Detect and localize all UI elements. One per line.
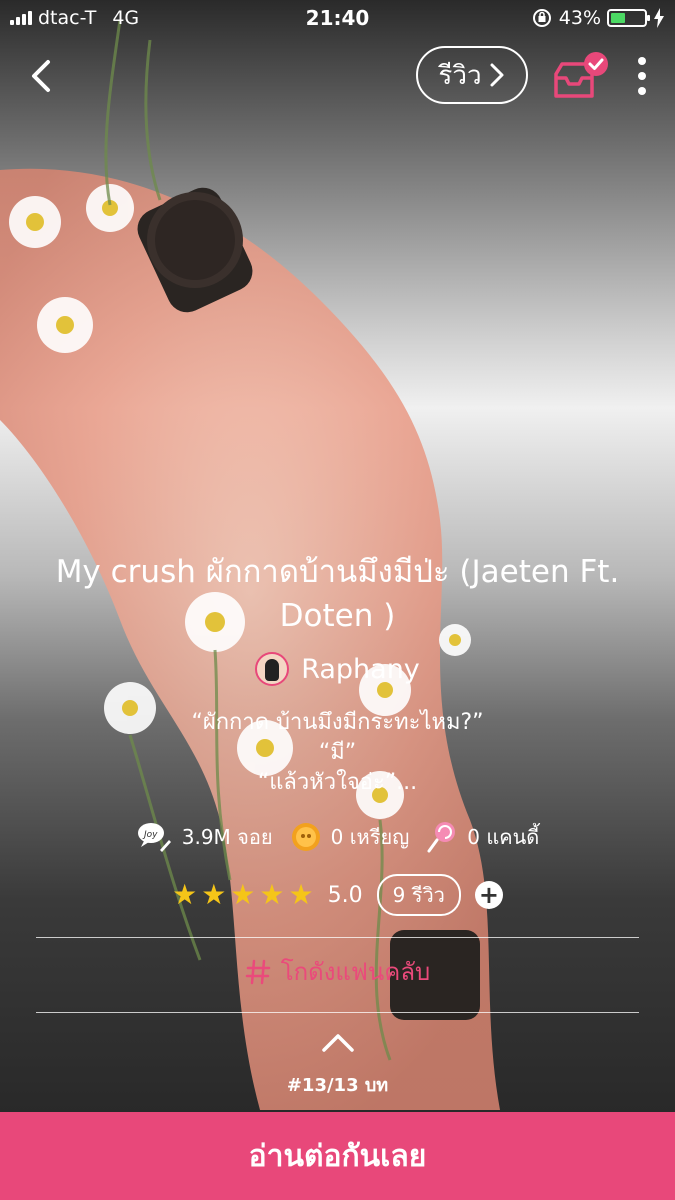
status-right-group: 43% bbox=[531, 7, 665, 29]
continue-reading-button[interactable]: อ่านต่อกันเลย bbox=[0, 1112, 675, 1200]
battery-percent: 43% bbox=[558, 7, 601, 29]
star-icon: ★ bbox=[230, 878, 256, 911]
star-icon: ★ bbox=[288, 878, 314, 911]
rating-row: ★ ★ ★ ★ ★ 5.0 9 รีวิว + bbox=[0, 874, 675, 916]
rotation-lock-icon bbox=[532, 9, 551, 27]
rating-stars: ★ ★ ★ ★ ★ bbox=[172, 881, 314, 909]
divider bbox=[36, 937, 639, 938]
author-name: Raphany bbox=[301, 653, 420, 685]
rating-score: 5.0 bbox=[327, 882, 363, 908]
fanclub-label: โกดังแฟนคลับ bbox=[280, 958, 431, 986]
story-detail-screen: dtac-T 4G 21:40 43% รีวิว My crush ผักกา… bbox=[0, 0, 675, 1200]
plus-icon[interactable]: + bbox=[474, 881, 503, 909]
fanclub-link[interactable]: โกดังแฟนคลับ bbox=[0, 952, 675, 991]
chevron-right-icon bbox=[490, 63, 504, 87]
coins-count: 0 เหรียญ bbox=[330, 825, 410, 849]
charging-bolt-icon bbox=[654, 8, 664, 28]
library-check-icon[interactable] bbox=[552, 52, 608, 102]
review-button[interactable]: รีวิว bbox=[416, 46, 528, 104]
candy-icon bbox=[427, 822, 456, 853]
star-icon: ★ bbox=[201, 878, 227, 911]
hash-icon bbox=[245, 959, 270, 984]
star-icon: ★ bbox=[172, 878, 198, 911]
synopsis: “ผักกาด บ้านมึงมีกระทะไหม?” “มี” “แล้วหั… bbox=[40, 708, 635, 798]
stats-row: Joy 3.9M จอย 0 เหรียญ 0 แคนดี้ bbox=[0, 820, 675, 854]
divider bbox=[36, 1012, 639, 1013]
candies-count: 0 แคนดี้ bbox=[467, 825, 540, 849]
status-bar: dtac-T 4G 21:40 43% bbox=[0, 0, 675, 38]
author-avatar bbox=[255, 652, 290, 686]
author-row[interactable]: Raphany bbox=[0, 652, 675, 686]
battery-icon bbox=[607, 9, 650, 27]
coins-stat: 0 เหรียญ bbox=[291, 821, 410, 853]
back-chevron-icon[interactable] bbox=[26, 58, 56, 94]
views-stat: Joy 3.9M จอย bbox=[136, 820, 273, 854]
synopsis-line: “ผักกาด บ้านมึงมีกระทะไหม?” bbox=[191, 710, 484, 735]
reviews-count-button[interactable]: 9 รีวิว bbox=[376, 874, 461, 916]
review-button-label: รีวิว bbox=[438, 60, 482, 91]
svg-text:Joy: Joy bbox=[142, 830, 158, 840]
joy-icon: Joy bbox=[137, 823, 171, 852]
chevron-up-icon[interactable] bbox=[320, 1030, 356, 1054]
views-count: 3.9M จอย bbox=[181, 825, 273, 849]
episode-count: #13/13 บท bbox=[286, 1075, 389, 1096]
star-icon: ★ bbox=[259, 878, 285, 911]
synopsis-line: “มี” bbox=[318, 740, 357, 765]
battery-fill bbox=[611, 13, 625, 23]
candies-stat: 0 แคนดี้ bbox=[427, 821, 539, 853]
synopsis-line: “แล้วหัวใจอ่ะ”... bbox=[257, 770, 418, 795]
more-vertical-icon[interactable] bbox=[636, 56, 648, 96]
coin-icon bbox=[291, 823, 320, 851]
story-title: My crush ผักกาดบ้านมึงมีป่ะ (Jaeten Ft. … bbox=[55, 554, 620, 634]
